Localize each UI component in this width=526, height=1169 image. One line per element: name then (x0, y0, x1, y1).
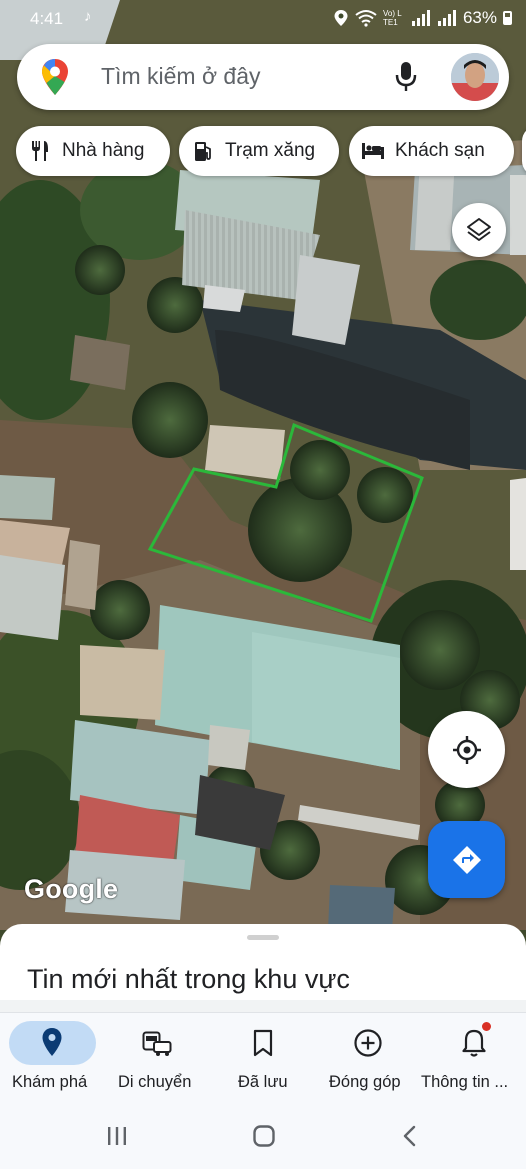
chip-gas-station[interactable]: Trạm xăng (179, 126, 339, 176)
battery-percent: 63% (462, 8, 497, 27)
avatar-icon (451, 53, 499, 101)
sheet-drag-handle[interactable] (247, 935, 279, 940)
google-maps-logo-icon (42, 59, 68, 95)
signal-icon-2 (437, 10, 456, 26)
battery-icon (503, 11, 512, 25)
explore-pin-icon (42, 1028, 62, 1056)
microphone-icon[interactable] (395, 61, 417, 93)
bookmark-icon (253, 1029, 273, 1057)
status-right-cluster: Vo) LTE1 63% (333, 8, 512, 28)
notification-badge (482, 1022, 491, 1031)
my-location-button[interactable] (428, 711, 505, 788)
layers-icon (467, 218, 491, 241)
network-label: Vo) LTE1 (382, 9, 402, 27)
status-bar: 4:41 ♪ Vo) LTE1 63% (0, 0, 526, 38)
profile-avatar[interactable] (451, 53, 499, 101)
nav-updates[interactable]: Thông tin ... (420, 1013, 526, 1107)
wifi-icon (355, 10, 377, 27)
nav-saved[interactable]: Đã lưu (210, 1013, 315, 1107)
tiktok-notification-icon: ♪ (84, 8, 92, 25)
google-attribution: Google (24, 874, 119, 904)
signal-icon (411, 10, 430, 26)
nav-contribute[interactable]: Đóng góp (315, 1013, 420, 1107)
gas-station-icon (195, 142, 211, 161)
layers-button[interactable] (452, 203, 506, 257)
directions-button[interactable] (428, 821, 505, 898)
chip-gas-station-label: Trạm xăng (225, 140, 316, 161)
chip-restaurant-label: Nhà hàng (62, 140, 145, 161)
nav-explore-label: Khám phá (12, 1073, 88, 1091)
restaurant-icon (32, 141, 48, 161)
status-time: 4:41 (30, 9, 64, 28)
hotel-icon (362, 143, 384, 159)
chip-hotel-label: Khách sạn (395, 140, 485, 161)
recent-apps-icon[interactable] (106, 1124, 128, 1148)
sheet-title: Tin mới nhất trong khu vực (27, 964, 350, 994)
chip-hotel[interactable]: Khách sạn (349, 126, 514, 176)
add-circle-icon (354, 1029, 382, 1057)
home-icon[interactable] (252, 1124, 276, 1148)
chip-restaurant[interactable]: Nhà hàng (16, 126, 170, 176)
nav-saved-label: Đã lưu (238, 1073, 288, 1091)
search-bar[interactable]: Tìm kiếm ở đây (17, 44, 509, 110)
bottom-navigation: Khám phá Di chuyển Đã lưu Đóng góp Thông… (0, 1012, 526, 1106)
nav-updates-label: Thông tin ... (421, 1073, 509, 1091)
bell-icon (462, 1029, 486, 1057)
nav-explore[interactable]: Khám phá (0, 1013, 105, 1107)
nav-commute-label: Di chuyển (118, 1073, 192, 1091)
location-icon (334, 10, 348, 26)
search-input[interactable]: Tìm kiếm ở đây (101, 63, 261, 90)
commute-icon (142, 1031, 172, 1056)
system-navigation-bar (0, 1106, 526, 1169)
my-location-icon (452, 735, 481, 764)
back-icon[interactable] (400, 1124, 420, 1148)
nav-commute[interactable]: Di chuyển (105, 1013, 210, 1107)
nav-contribute-label: Đóng góp (329, 1073, 401, 1091)
directions-icon (452, 845, 481, 874)
